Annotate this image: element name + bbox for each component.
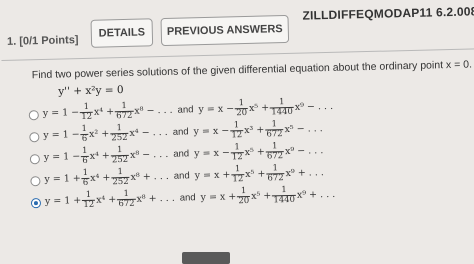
- radio-button[interactable]: [29, 132, 40, 143]
- series-term: x⁹ + . . .: [296, 188, 336, 201]
- fraction-denominator: 12: [231, 152, 243, 163]
- fraction-denominator: 20: [236, 107, 248, 119]
- fraction: 1 12: [230, 120, 244, 141]
- fraction-denominator: 6: [81, 133, 88, 145]
- fraction: 1 672: [114, 101, 134, 122]
- fraction-denominator: 252: [112, 176, 129, 188]
- series-term: x⁵ +: [245, 168, 266, 181]
- fraction: 16: [81, 168, 90, 189]
- fraction: 1 20: [237, 186, 251, 207]
- fraction-denominator: 20: [238, 195, 250, 207]
- series-term: x⁸ + . . .: [136, 192, 175, 205]
- series-term: x⁹ − . . .: [284, 145, 324, 158]
- question-prompt: Find two power series solutions of the g…: [31, 58, 473, 82]
- fraction: 1 12: [79, 102, 94, 123]
- fraction: 1 672: [117, 189, 136, 210]
- and-label: and: [179, 192, 196, 204]
- series-term: x⁵ − . . .: [284, 123, 323, 136]
- series-lead: y = 1 −: [42, 107, 80, 119]
- series-lead: y = 1 +: [44, 173, 81, 185]
- series-term: x⁴ +: [90, 172, 111, 184]
- fraction-denominator: 6: [82, 155, 88, 167]
- series-term: x⁹ + . . .: [285, 167, 324, 180]
- question-panel: 1. [0/1 Points] DETAILS PREVIOUS ANSWERS…: [0, 0, 474, 260]
- fraction: 1 1440: [269, 97, 294, 118]
- series-term: x⁴ +: [93, 106, 115, 118]
- fraction-denominator: 12: [231, 130, 243, 141]
- fraction-denominator: 6: [82, 177, 89, 189]
- series-term: x⁸ − . . .: [129, 148, 169, 161]
- fraction-denominator: 12: [232, 174, 244, 185]
- series-term: x⁸ + . . .: [130, 170, 169, 183]
- and-label: and: [173, 170, 190, 182]
- series-lead: y = 1 −: [43, 151, 81, 163]
- series-term: x⁵ +: [248, 102, 270, 114]
- series-lead: y = x +: [200, 191, 237, 204]
- radio-button[interactable]: [28, 110, 39, 121]
- fraction: 1 672: [265, 141, 285, 162]
- and-label: and: [173, 148, 190, 160]
- fraction-denominator: 1440: [271, 106, 294, 118]
- question-number: 1. [0/1 Points]: [6, 34, 79, 48]
- series-lead: y = 1 +: [44, 195, 82, 207]
- fraction-denominator: 672: [266, 129, 283, 140]
- previous-answers-button[interactable]: PREVIOUS ANSWERS: [160, 14, 290, 47]
- series-term: x⁵ +: [244, 146, 265, 159]
- series-term: x⁸ − . . .: [134, 104, 173, 117]
- fraction: 1 12: [82, 190, 96, 211]
- fraction: 1 252: [110, 145, 130, 166]
- and-label: and: [177, 104, 194, 116]
- series-term: x⁴ +: [89, 150, 110, 162]
- fraction: 16: [81, 146, 89, 167]
- series-term: x⁴ − . . .: [129, 126, 168, 139]
- fraction-denominator: 12: [81, 111, 93, 123]
- fraction: 1 1440: [272, 185, 296, 206]
- fraction: 1 20: [234, 98, 249, 119]
- question-header: 1. [0/1 Points] DETAILS PREVIOUS ANSWERS…: [1, 4, 474, 56]
- fraction-denominator: 252: [111, 154, 129, 166]
- fraction-denominator: 252: [111, 132, 128, 144]
- answer-expression: y = 1 +1 12 x⁴ +1 672 x⁸ + . . . and y = x +…: [45, 185, 336, 214]
- radio-button[interactable]: [30, 176, 41, 187]
- submit-button[interactable]: [182, 252, 230, 264]
- fraction-denominator: 672: [266, 151, 284, 162]
- fraction: 16: [80, 124, 89, 145]
- radio-button[interactable]: [30, 198, 42, 209]
- fraction-denominator: 12: [83, 199, 95, 211]
- details-button[interactable]: DETAILS: [90, 18, 154, 48]
- fraction: 1 12: [231, 164, 245, 185]
- fraction-denominator: 672: [116, 110, 133, 122]
- fraction-denominator: 1440: [273, 194, 296, 206]
- fraction-denominator: 672: [118, 198, 135, 210]
- fraction: 1 252: [111, 167, 130, 188]
- radio-button[interactable]: [29, 154, 41, 165]
- series-lead: y = x −: [198, 103, 235, 116]
- series-term: x⁴ +: [96, 194, 117, 206]
- course-code: ZILLDIFFEQMODAP11 6.2.008.: [302, 4, 474, 23]
- fraction: 1 672: [265, 119, 284, 140]
- series-lead: y = x +: [194, 169, 231, 182]
- fraction: 1 672: [266, 163, 285, 184]
- fraction: 1 252: [110, 123, 129, 144]
- series-term: x² +: [88, 128, 110, 140]
- series-term: x⁵ +: [251, 190, 272, 202]
- series-lead: y = 1 −: [43, 129, 80, 141]
- series-term: x³ +: [244, 124, 265, 137]
- series-term: x⁹ − . . .: [294, 100, 334, 113]
- fraction-denominator: 672: [267, 173, 284, 184]
- series-lead: y = x −: [193, 125, 230, 138]
- differential-equation: y'' + x²y = 0: [58, 84, 124, 98]
- fraction: 1 12: [230, 142, 244, 163]
- and-label: and: [172, 126, 189, 138]
- series-lead: y = x −: [194, 147, 230, 160]
